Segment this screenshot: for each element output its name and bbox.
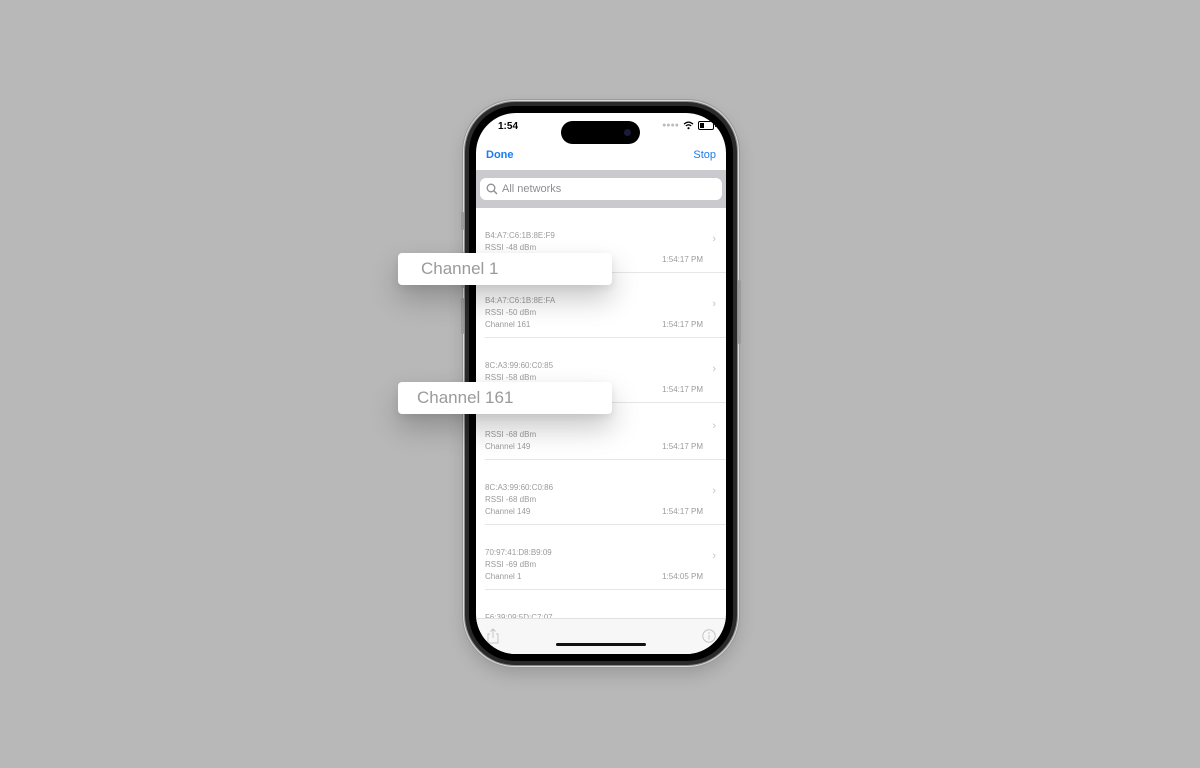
network-channel: Channel 149: [485, 442, 531, 451]
network-mac: 70:97:41:D8:B9:09: [485, 548, 552, 557]
status-time: 1:54: [498, 121, 519, 132]
network-time: 1:54:17 PM: [662, 320, 703, 329]
network-time: 1:54:05 PM: [662, 572, 703, 581]
network-row[interactable]: 70:97:41:D8:B9:09 RSSI -69 dBm Channel 1…: [485, 525, 726, 590]
share-icon[interactable]: [486, 628, 500, 644]
network-time: 1:54:17 PM: [662, 442, 703, 451]
callout-label: Channel 161: [417, 388, 514, 407]
search-placeholder: All networks: [502, 183, 562, 195]
home-indicator: [556, 643, 646, 646]
network-time: 1:54:17 PM: [662, 507, 703, 516]
network-row[interactable]: 8C:A3:99:60:C0:86 RSSI -68 dBm Channel 1…: [485, 460, 726, 525]
status-bar: 1:54 ●●●●: [476, 113, 726, 149]
network-mac: 8C:A3:99:60:C0:86: [485, 483, 554, 492]
info-icon[interactable]: [702, 629, 716, 643]
chevron-right-icon: ›: [712, 420, 716, 432]
search-bar-container: All networks: [476, 170, 726, 208]
search-icon: [486, 183, 498, 195]
cellular-dots-icon: ●●●●: [662, 122, 679, 129]
chevron-right-icon: ›: [712, 298, 716, 310]
stop-button[interactable]: Stop: [693, 149, 716, 161]
volume-down-button: [461, 298, 464, 334]
network-mac: B4:A7:C6:1B:8E:F9: [485, 231, 555, 240]
battery-low-icon: [698, 121, 716, 130]
dynamic-island: [561, 121, 640, 144]
chevron-right-icon: ›: [712, 485, 716, 497]
network-rssi: RSSI -68 dBm: [485, 430, 537, 439]
channel-callout: Channel 161: [398, 382, 612, 414]
action-button: [461, 212, 464, 230]
network-rssi: RSSI -58 dBm: [485, 373, 537, 382]
network-channel: Channel 149: [485, 507, 531, 516]
network-rssi: RSSI -48 dBm: [485, 243, 537, 252]
network-rssi: RSSI -50 dBm: [485, 308, 537, 317]
camera-icon: [624, 129, 631, 136]
search-input[interactable]: All networks: [480, 178, 722, 200]
chevron-right-icon: ›: [712, 363, 716, 375]
network-channel: Channel 1: [485, 572, 522, 581]
network-mac: B4:A7:C6:1B:8E:FA: [485, 296, 556, 305]
network-rssi: RSSI -68 dBm: [485, 495, 537, 504]
nav-bar: Done Stop: [476, 149, 726, 170]
network-time: 1:54:17 PM: [662, 385, 703, 394]
network-channel: Channel 161: [485, 320, 531, 329]
channel-callout: Channel 1: [398, 253, 612, 285]
network-mac: 8C:A3:99:60:C0:85: [485, 361, 554, 370]
wifi-icon: [683, 121, 694, 130]
callout-label: Channel 1: [421, 259, 499, 278]
chevron-right-icon: ›: [712, 233, 716, 245]
network-rssi: RSSI -69 dBm: [485, 560, 537, 569]
chevron-right-icon: ›: [712, 550, 716, 562]
network-time: 1:54:17 PM: [662, 255, 703, 264]
bottom-toolbar: [476, 618, 726, 654]
side-button: [738, 280, 741, 344]
done-button[interactable]: Done: [486, 149, 514, 161]
